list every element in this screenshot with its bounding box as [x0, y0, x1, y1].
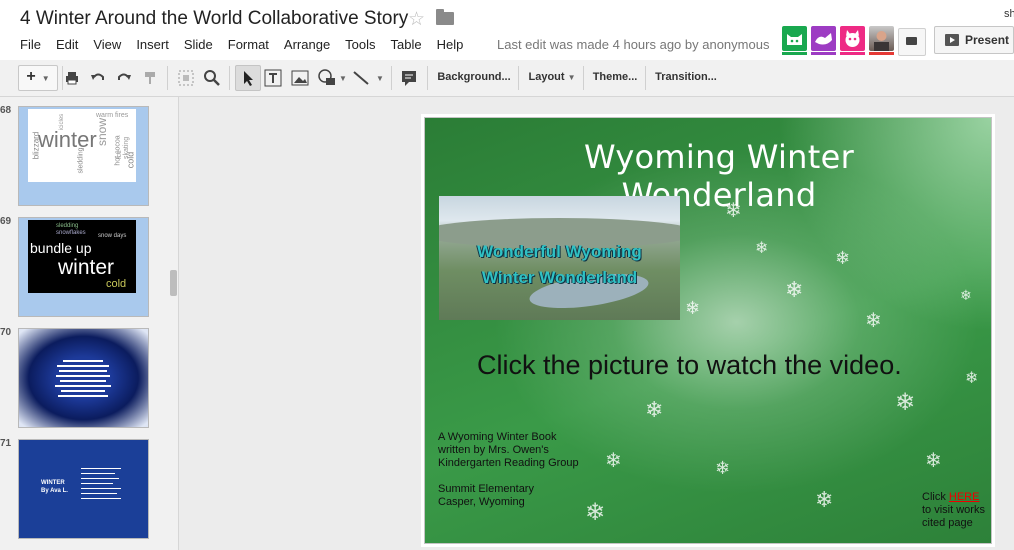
present-button[interactable]: Present: [934, 26, 1014, 54]
menu-tools[interactable]: Tools: [345, 37, 375, 52]
slide-number: 68: [0, 105, 12, 116]
thumbnail-title: WINTER: [41, 480, 65, 486]
app-header: 4 Winter Around the World Collaborative …: [0, 0, 1014, 60]
chevron-down-icon[interactable]: ▼: [376, 67, 384, 91]
slide-thumbnail[interactable]: winter snow blizzard cold hot cocoa warm…: [18, 106, 149, 206]
chevron-down-icon: ▼: [41, 74, 50, 83]
menu-bar: File Edit View Insert Slide Format Arran…: [20, 37, 478, 52]
play-icon: [945, 34, 959, 46]
word-cloud: winter snow blizzard cold hot cocoa warm…: [28, 109, 136, 182]
star-icon[interactable]: ☆: [408, 8, 425, 31]
menu-format[interactable]: Format: [228, 37, 269, 52]
text-box-icon[interactable]: [264, 69, 282, 93]
snowflake-icon: ❄: [645, 398, 664, 423]
collaborator-avatar[interactable]: [869, 26, 894, 55]
menu-file[interactable]: File: [20, 37, 41, 52]
share-label[interactable]: sh: [1004, 8, 1014, 20]
slide-filmstrip[interactable]: 68 winter snow blizzard cold hot cocoa w…: [0, 97, 179, 550]
image-icon[interactable]: [291, 70, 309, 94]
slide-thumbnail[interactable]: WINTER By Ava L.: [18, 439, 149, 539]
works-cited-textbox[interactable]: Click HERE to visit works cited page: [922, 491, 985, 530]
video-thumbnail[interactable]: Wonderful Wyoming Winter Wonderland: [439, 196, 680, 320]
cat-icon: [845, 30, 860, 47]
thumbnail-author: By Ava L.: [41, 488, 68, 494]
menu-help[interactable]: Help: [437, 37, 464, 52]
word-cloud: bundle up winter cold snowflakes sleddin…: [28, 220, 136, 293]
menu-slide[interactable]: Slide: [184, 37, 213, 52]
collaborator-avatar[interactable]: [811, 26, 836, 55]
toolbar: + ▼ ▼ ▼ Background... Layout ▼ Theme... Tr…: [0, 60, 1014, 97]
snowflake-icon: ❄: [925, 448, 942, 472]
slide-thumbnail[interactable]: bundle up winter cold snowflakes sleddin…: [18, 217, 149, 317]
document-title[interactable]: 4 Winter Around the World Collaborative …: [20, 8, 408, 30]
snowflake-icon: ❄: [835, 248, 851, 269]
snowflake-icon: ❄: [785, 278, 804, 303]
snowflake-icon: ❄: [585, 498, 606, 526]
snowflake-icon: ❄: [815, 488, 834, 513]
poem-text: [81, 464, 121, 503]
cursor-icon: [244, 71, 253, 86]
folder-icon[interactable]: [436, 9, 454, 25]
snowflake-icon: ❄: [685, 298, 701, 319]
snowflake-icon: ❄: [965, 368, 979, 387]
collaborator-avatar[interactable]: [840, 26, 865, 55]
present-label: Present: [965, 33, 1010, 47]
transition-button[interactable]: Transition...: [653, 65, 719, 89]
redo-icon[interactable]: [116, 70, 132, 94]
undo-icon[interactable]: [90, 70, 106, 94]
video-title-line1: Wonderful Wyoming: [477, 242, 642, 261]
select-tool-button[interactable]: [235, 65, 261, 91]
snowflake-icon: ❄: [755, 238, 769, 257]
slide-number: 70: [0, 327, 12, 338]
snowflake-icon: ❄: [605, 448, 622, 472]
current-slide[interactable]: ❄ ❄ ❄ ❄ ❄ ❄ ❄ ❄ ❄ ❄ ❄ ❄ ❄ ❄ ❄ Wyoming Wi…: [424, 117, 992, 544]
shape-icon[interactable]: [316, 68, 338, 92]
menu-view[interactable]: View: [93, 37, 121, 52]
theme-button[interactable]: Theme...: [590, 65, 640, 89]
comment-icon[interactable]: [400, 69, 418, 93]
chevron-down-icon: ▼: [567, 73, 576, 82]
snowflake-icon: ❄: [895, 388, 916, 416]
works-cited-link[interactable]: HERE: [949, 491, 980, 503]
snowflake-icon: ❄: [715, 458, 731, 479]
chevron-down-icon[interactable]: ▼: [339, 67, 347, 91]
cat-icon: [787, 34, 802, 45]
background-button[interactable]: Background...: [436, 65, 512, 89]
poem-text: [55, 357, 111, 400]
menu-insert[interactable]: Insert: [136, 37, 169, 52]
instruction-text[interactable]: Click the picture to watch the video.: [477, 350, 902, 381]
collaborator-avatar[interactable]: [782, 26, 807, 55]
layout-button[interactable]: Layout ▼: [528, 65, 576, 89]
last-edit-status[interactable]: Last edit was made 4 hours ago by anonym…: [497, 37, 769, 52]
line-icon[interactable]: [352, 69, 370, 93]
menu-arrange[interactable]: Arrange: [284, 37, 330, 52]
zoom-icon[interactable]: [203, 69, 221, 93]
menu-table[interactable]: Table: [391, 37, 422, 52]
cat-icon: [815, 33, 832, 45]
credits-textbox[interactable]: A Wyoming Winter Book written by Mrs. Ow…: [438, 431, 579, 509]
video-title-line2: Winter Wonderland: [481, 268, 638, 287]
print-icon[interactable]: [64, 70, 80, 94]
paint-format-icon[interactable]: [143, 70, 159, 94]
slide-thumbnail[interactable]: [18, 328, 149, 428]
select-area-icon[interactable]: [177, 69, 195, 93]
slide-number: 71: [0, 438, 12, 449]
slide-number: 69: [0, 216, 12, 227]
comments-button[interactable]: [898, 28, 926, 56]
new-slide-button[interactable]: + ▼: [18, 65, 58, 91]
user-photo-icon: [874, 31, 889, 51]
filmstrip-scrollbar[interactable]: [170, 270, 177, 296]
snowflake-icon: ❄: [865, 308, 882, 332]
menu-edit[interactable]: Edit: [56, 37, 78, 52]
snowflake-icon: ❄: [960, 288, 972, 304]
